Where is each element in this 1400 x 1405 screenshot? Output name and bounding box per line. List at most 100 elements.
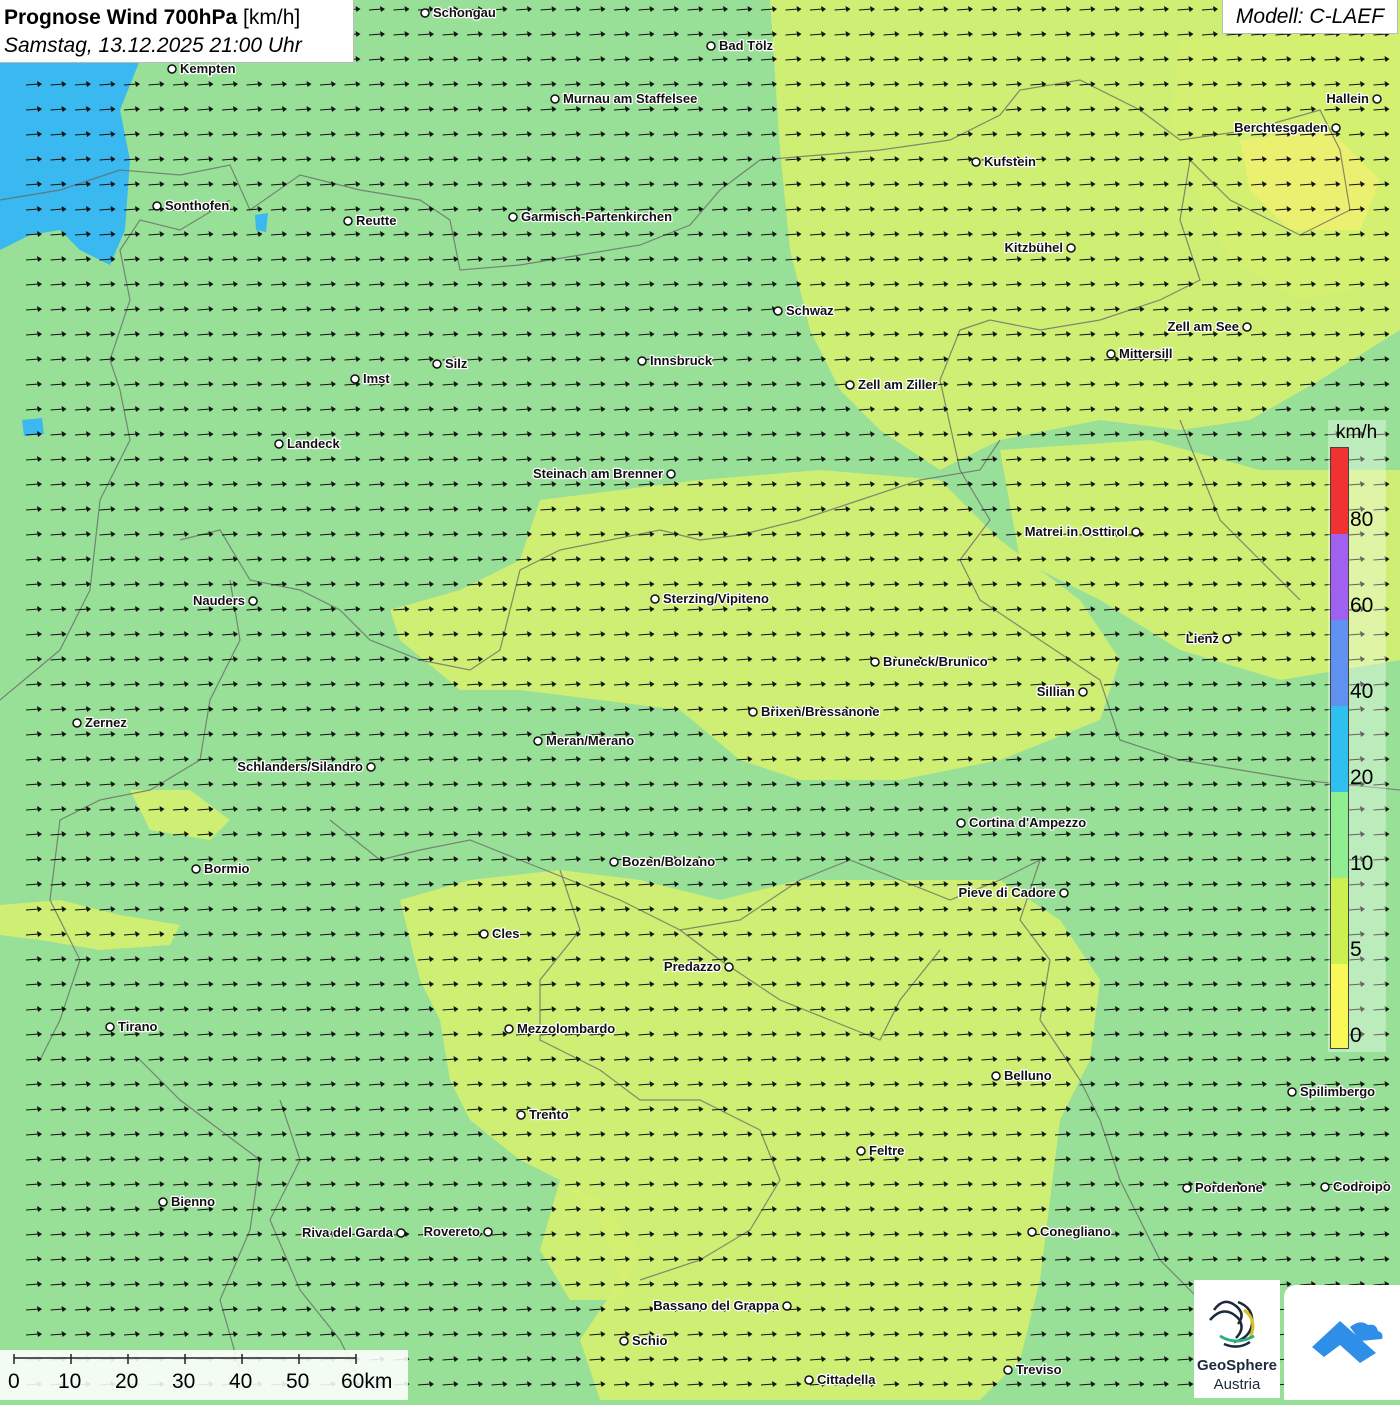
city-dot (432, 359, 442, 369)
city-label: Hallein (1326, 91, 1369, 106)
city-dot (516, 1110, 526, 1120)
city-label: Sterzing/Vipiteno (663, 591, 769, 606)
city-label: Feltre (869, 1143, 904, 1158)
logo-text-geosphere: GeoSphere (1196, 1357, 1278, 1374)
geosphere-logo[interactable]: GeoSphere Austria (1194, 1280, 1280, 1398)
model-label: Modell: C-LAEF (1222, 0, 1398, 34)
city-marker: Zell am Ziller (845, 376, 939, 393)
city-label: Bruneck/Brunico (883, 654, 988, 669)
city-marker: Riva del Garda (301, 1224, 406, 1241)
scale-label-60km: 60km (341, 1370, 393, 1393)
city-label: Cortina d'Ampezzo (969, 815, 1086, 830)
city-dot (1372, 94, 1382, 104)
legend-segment-5-10 (1331, 878, 1348, 964)
city-dot (856, 1146, 866, 1156)
city-dot (508, 212, 518, 222)
scale-label-50: 50 (286, 1370, 310, 1393)
city-marker: Zell am See (1166, 318, 1252, 335)
city-dot (152, 201, 162, 211)
city-dot (350, 374, 360, 384)
city-label: Schio (632, 1333, 667, 1348)
map-title-box: Prognose Wind 700hPa [km/h] Samstag, 13.… (0, 0, 354, 63)
legend-tick-10: 10 (1350, 852, 1374, 875)
city-dot (1106, 349, 1116, 359)
city-label: Kufstein (984, 154, 1036, 169)
city-marker: Matrei in Osttirol (1023, 523, 1141, 540)
city-marker: Spilimbergo (1287, 1083, 1376, 1100)
city-label: Brixen/Bressanone (761, 704, 880, 719)
title-main: Prognose Wind 700hPa (4, 6, 238, 29)
city-dot (1287, 1087, 1297, 1097)
scale-label-30: 30 (172, 1370, 196, 1393)
legend-tick-80: 80 (1350, 508, 1374, 531)
city-dot (533, 736, 543, 746)
legend-tick-20: 20 (1350, 766, 1374, 789)
city-label: Lienz (1186, 631, 1220, 646)
city-label: Berchtesgaden (1234, 120, 1328, 135)
city-dot (105, 1022, 115, 1032)
city-label: Bormio (204, 861, 250, 876)
city-dot (724, 962, 734, 972)
city-dot (1027, 1227, 1037, 1237)
city-label: Silz (445, 356, 468, 371)
city-dot (191, 864, 201, 874)
city-label: Nauders (193, 593, 245, 608)
city-label: Bassano del Grappa (653, 1298, 779, 1313)
city-label: Murnau am Staffelsee (563, 91, 697, 106)
city-label: Schongau (433, 5, 496, 20)
city-label: Imst (363, 371, 390, 386)
city-dot (971, 157, 981, 167)
city-label: Garmisch-Partenkirchen (521, 209, 672, 224)
city-dot (366, 762, 376, 772)
city-dot (396, 1228, 406, 1238)
city-label: Rovereto (424, 1224, 480, 1239)
city-label: Matrei in Osttirol (1025, 524, 1128, 539)
city-dot (1078, 687, 1088, 697)
city-dot (167, 64, 177, 74)
city-dot (248, 596, 258, 606)
city-marker: Bruneck/Brunico (870, 653, 989, 670)
city-label: Steinach am Brenner (533, 466, 663, 481)
wind-forecast-map[interactable]: Schongau Bad Tölz Kempten Murnau am Staffel… (0, 0, 1400, 1400)
city-dot (782, 1301, 792, 1311)
city-dot (1131, 527, 1141, 537)
city-label: Innsbruck (650, 353, 713, 368)
city-label: Zell am See (1167, 319, 1239, 334)
legend-segment-10-20 (1331, 792, 1348, 878)
scale-label-0: 0 (8, 1370, 20, 1393)
city-label: Zernez (85, 715, 127, 730)
city-marker: Sonthofen (152, 197, 231, 214)
city-label: Sillian (1037, 684, 1075, 699)
title-unit: [km/h] (243, 6, 301, 29)
logo-text-austria: Austria (1213, 1376, 1261, 1393)
legend-tick-60: 60 (1350, 594, 1374, 617)
city-dot (1066, 243, 1076, 253)
geosphere-swirl-icon (1209, 1300, 1255, 1348)
city-label: Trento (529, 1107, 569, 1122)
city-label: Pieve di Cadore (958, 885, 1056, 900)
city-dot (619, 1336, 629, 1346)
city-marker: Berchtesgaden (1233, 119, 1341, 136)
app-logo[interactable] (1284, 1285, 1400, 1400)
app-logo-icon (1312, 1321, 1383, 1363)
city-dot (773, 306, 783, 316)
city-marker: Meran/Merano (533, 732, 635, 749)
city-dot (956, 818, 966, 828)
city-label: Spilimbergo (1300, 1084, 1375, 1099)
city-dot (72, 718, 82, 728)
legend-tick-5: 5 (1350, 938, 1362, 961)
city-marker: Sterzing/Vipiteno (650, 590, 770, 607)
city-dot (550, 94, 560, 104)
scale-label-10: 10 (58, 1370, 82, 1393)
city-label: Bienno (171, 1194, 215, 1209)
city-label: Sonthofen (165, 198, 229, 213)
city-dot (650, 594, 660, 604)
legend-segment-0-5 (1331, 964, 1348, 1048)
city-marker: Bozen/Bolzano (609, 853, 716, 870)
city-marker: Schlanders/Silandro (236, 758, 376, 775)
map-title: Prognose Wind 700hPa [km/h] (4, 3, 349, 32)
legend-color-bar (1330, 447, 1349, 1049)
city-dot (845, 380, 855, 390)
city-dot (1242, 322, 1252, 332)
city-label: Kitzbühel (1005, 240, 1064, 255)
